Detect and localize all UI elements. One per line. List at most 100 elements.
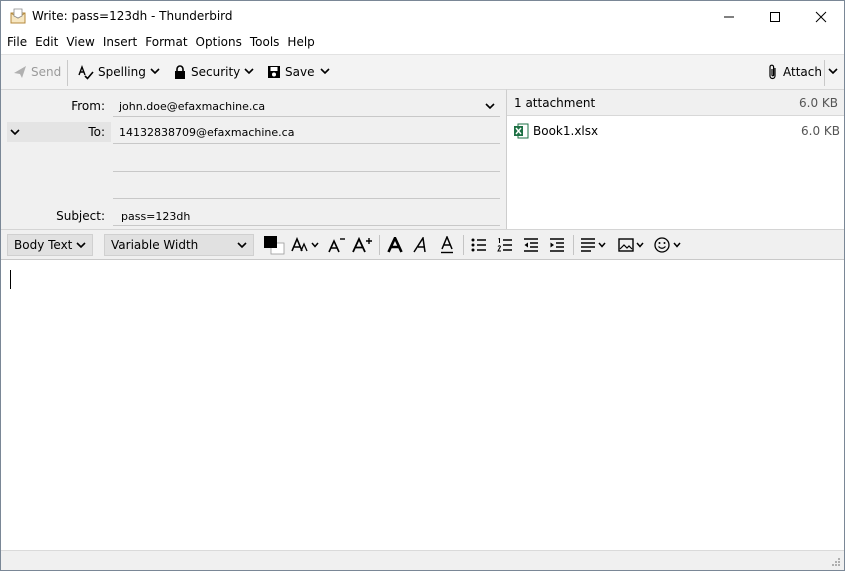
from-label: From:: [71, 99, 105, 113]
paragraph-style-value: Body Text: [14, 238, 73, 252]
chevron-down-icon[interactable]: [485, 103, 495, 110]
decrease-font-icon: [328, 238, 345, 253]
compose-envelope-icon: [10, 8, 26, 24]
font-size-icon: [291, 237, 319, 252]
font-family-value: Variable Width: [111, 238, 199, 252]
subject-field[interactable]: pass=123dh: [121, 210, 190, 223]
save-label: Save: [285, 65, 315, 79]
indent-button[interactable]: [547, 235, 567, 255]
menu-edit[interactable]: Edit: [35, 35, 58, 49]
recipient-row-2-underline[interactable]: [113, 171, 500, 172]
attachment-size: 6.0 KB: [801, 124, 840, 138]
attachment-count: 1 attachment: [514, 96, 596, 110]
spelling-dropdown[interactable]: [149, 63, 161, 79]
save-disk-icon: [268, 66, 280, 78]
format-separator: [573, 235, 574, 255]
text-color-swatch-icon: [264, 236, 285, 255]
menu-format[interactable]: Format: [145, 35, 187, 49]
spelling-label: Spelling: [98, 65, 146, 79]
send-button[interactable]: Send: [13, 61, 61, 83]
paperclip-icon: [769, 64, 776, 80]
send-icon: [14, 66, 26, 78]
image-icon: [618, 238, 644, 252]
attach-label: Attach: [783, 65, 822, 79]
subject-underline: [113, 225, 500, 226]
save-button[interactable]: Save: [267, 61, 314, 83]
font-size-button[interactable]: [291, 235, 321, 255]
italic-button[interactable]: [411, 235, 431, 255]
smaller-font-button[interactable]: [327, 235, 347, 255]
menu-bar: File Edit View Insert Format Options Too…: [1, 32, 844, 52]
resize-grip-icon[interactable]: [831, 557, 841, 567]
bold-icon: [387, 237, 403, 253]
align-button[interactable]: [579, 235, 609, 255]
security-label: Security: [191, 65, 241, 79]
address-headers: From: john.doe@efaxmachine.ca To: 141328…: [1, 89, 506, 229]
menu-view[interactable]: View: [66, 35, 94, 49]
outdent-icon: [524, 238, 538, 252]
numbered-list-button[interactable]: [495, 235, 515, 255]
numbered-list-icon: [497, 238, 512, 252]
lock-icon: [175, 65, 185, 79]
indent-icon: [550, 238, 564, 252]
underline-icon: [441, 236, 453, 254]
status-bar: [1, 550, 844, 570]
close-icon: [815, 11, 827, 22]
minimize-button[interactable]: [706, 1, 752, 32]
to-underline: [113, 143, 500, 144]
bold-button[interactable]: [385, 235, 405, 255]
compose-window: Write: pass=123dh - Thunderbird File Edi…: [0, 0, 845, 571]
to-label: To:: [88, 125, 105, 139]
attachment-item[interactable]: Book1.xlsx 6.0 KB: [511, 121, 842, 141]
recipient-row-3-underline[interactable]: [113, 198, 500, 199]
maximize-icon: [770, 11, 780, 22]
insert-smiley-button[interactable]: [653, 235, 685, 255]
attachment-name: Book1.xlsx: [533, 124, 599, 138]
underline-button[interactable]: [437, 235, 457, 255]
attach-button[interactable]: Attach: [767, 61, 822, 83]
italic-icon: [413, 237, 426, 253]
from-underline: [113, 116, 500, 117]
toolbar-separator: [824, 60, 825, 86]
paragraph-style-select[interactable]: Body Text: [7, 234, 93, 256]
send-label: Send: [31, 65, 62, 79]
close-button[interactable]: [798, 1, 844, 32]
compose-toolbar: Send Spelling Security Save Attach: [1, 54, 844, 89]
attach-dropdown[interactable]: [827, 63, 839, 79]
toolbar-separator: [67, 60, 68, 86]
from-field[interactable]: john.doe@efaxmachine.ca: [119, 100, 265, 113]
menu-tools[interactable]: Tools: [250, 35, 280, 49]
text-caret: [10, 270, 11, 289]
format-separator: [463, 235, 464, 255]
menu-options[interactable]: Options: [196, 35, 242, 49]
menu-help[interactable]: Help: [287, 35, 314, 49]
menu-file[interactable]: File: [7, 35, 27, 49]
excel-file-icon: [514, 123, 529, 139]
larger-font-button[interactable]: [352, 235, 374, 255]
message-body-editor[interactable]: [1, 260, 844, 550]
bulleted-list-button[interactable]: [469, 235, 489, 255]
recipient-type-dropdown[interactable]: To:: [7, 122, 111, 142]
font-family-select[interactable]: Variable Width: [104, 234, 254, 256]
text-color-button[interactable]: [262, 235, 286, 255]
maximize-button[interactable]: [752, 1, 798, 32]
increase-font-icon: [352, 237, 372, 253]
chevron-down-icon: [150, 67, 160, 74]
save-dropdown[interactable]: [319, 63, 331, 79]
to-field[interactable]: 14132838709@efaxmachine.ca: [119, 126, 294, 139]
spelling-button[interactable]: Spelling: [78, 61, 146, 83]
title-bar: Write: pass=123dh - Thunderbird: [1, 1, 844, 32]
format-separator: [379, 235, 380, 255]
insert-image-button[interactable]: [617, 235, 647, 255]
minimize-icon: [724, 16, 734, 17]
menu-insert[interactable]: Insert: [103, 35, 137, 49]
attachment-header[interactable]: 1 attachment 6.0 KB: [507, 90, 844, 116]
chevron-down-icon: [10, 129, 20, 136]
attachment-total-size: 6.0 KB: [799, 96, 838, 110]
security-button[interactable]: Security: [173, 61, 240, 83]
spellcheck-icon: [78, 65, 94, 80]
bullet-list-icon: [471, 238, 486, 252]
outdent-button[interactable]: [521, 235, 541, 255]
security-dropdown[interactable]: [243, 63, 255, 79]
attachment-pane: 1 attachment 6.0 KB Book1.xlsx 6.0 KB: [506, 89, 844, 229]
